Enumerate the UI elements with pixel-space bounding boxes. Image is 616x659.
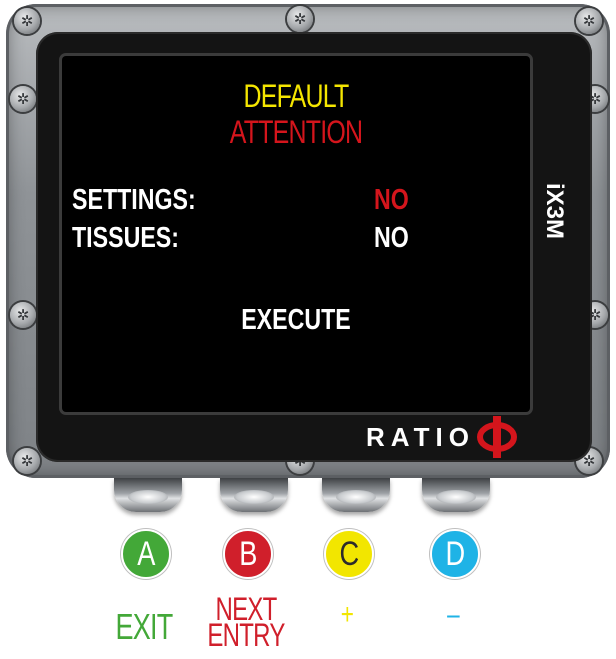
push-button-d[interactable] (422, 478, 490, 512)
button-b-action: NEXT ENTRY (207, 591, 285, 653)
screen-bezel: DEFAULT ATTENTION SETTINGS: NO TISSUES: … (36, 32, 592, 462)
dive-computer-body: DEFAULT ATTENTION SETTINGS: NO TISSUES: … (6, 4, 610, 478)
phi-logo-icon (476, 416, 517, 458)
settings-label: SETTINGS: (72, 184, 196, 216)
screen-title: DEFAULT (243, 78, 349, 114)
button-d-action: – (447, 598, 460, 631)
button-d-icon: D (430, 529, 480, 579)
screw-icon (14, 8, 40, 34)
button-a-icon: A (121, 529, 171, 579)
tissues-label: TISSUES: (72, 222, 179, 254)
screw-icon (287, 6, 313, 32)
brand-name: RATIO (366, 421, 475, 452)
tissues-value[interactable]: NO (374, 222, 409, 255)
button-c-letter: C (339, 534, 359, 573)
screw-icon (14, 448, 40, 474)
button-b-letter: B (238, 534, 258, 573)
button-a-action: EXIT (115, 606, 173, 647)
button-b-icon: B (223, 529, 273, 579)
model-label: iX3M (541, 182, 568, 239)
screen-subtitle: ATTENTION (229, 114, 363, 150)
screw-icon (10, 86, 36, 112)
settings-value[interactable]: NO (374, 184, 409, 217)
push-button-a[interactable] (114, 478, 182, 512)
screw-icon (10, 302, 36, 328)
display-screen: DEFAULT ATTENTION SETTINGS: NO TISSUES: … (62, 56, 530, 412)
push-button-b[interactable] (220, 478, 288, 512)
screw-icon (576, 8, 602, 34)
execute-option[interactable]: EXECUTE (109, 304, 483, 337)
button-a-letter: A (136, 534, 156, 573)
button-d-letter: D (445, 534, 465, 573)
brand-logo: RATIO (366, 414, 517, 460)
button-c-icon: C (324, 529, 374, 579)
push-button-c[interactable] (322, 478, 390, 512)
button-c-action: + (340, 598, 354, 631)
